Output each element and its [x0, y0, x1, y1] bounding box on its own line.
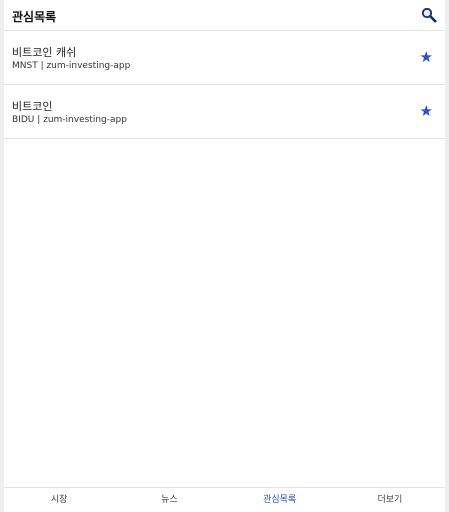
tab-market[interactable]: 시장	[4, 488, 114, 512]
watchlist: 비트코인 캐쉬 MNST | zum-investing-app ★ 비트코인 …	[4, 31, 445, 139]
top-bar: 관심목록	[4, 0, 445, 31]
app-screen: 관심목록 비트코인 캐쉬 MNST | zum-investing-app ★ …	[4, 0, 445, 512]
list-item[interactable]: 비트코인 BIDU | zum-investing-app ★	[4, 85, 445, 139]
page-title: 관심목록	[12, 10, 57, 24]
tab-news[interactable]: 뉴스	[114, 488, 224, 512]
bottom-tab-bar: 시장 뉴스 관심목록 더보기	[4, 487, 445, 512]
star-icon[interactable]: ★	[420, 50, 433, 65]
item-name: 비트코인	[12, 100, 53, 113]
item-meta: MNST | zum-investing-app	[12, 61, 131, 71]
star-icon[interactable]: ★	[420, 104, 433, 119]
search-icon[interactable]	[421, 7, 437, 23]
item-name: 비트코인 캐쉬	[12, 46, 77, 59]
item-meta: BIDU | zum-investing-app	[12, 115, 127, 125]
tab-watchlist[interactable]: 관심목록	[225, 488, 335, 512]
tab-more[interactable]: 더보기	[335, 488, 445, 512]
list-item[interactable]: 비트코인 캐쉬 MNST | zum-investing-app ★	[4, 31, 445, 85]
